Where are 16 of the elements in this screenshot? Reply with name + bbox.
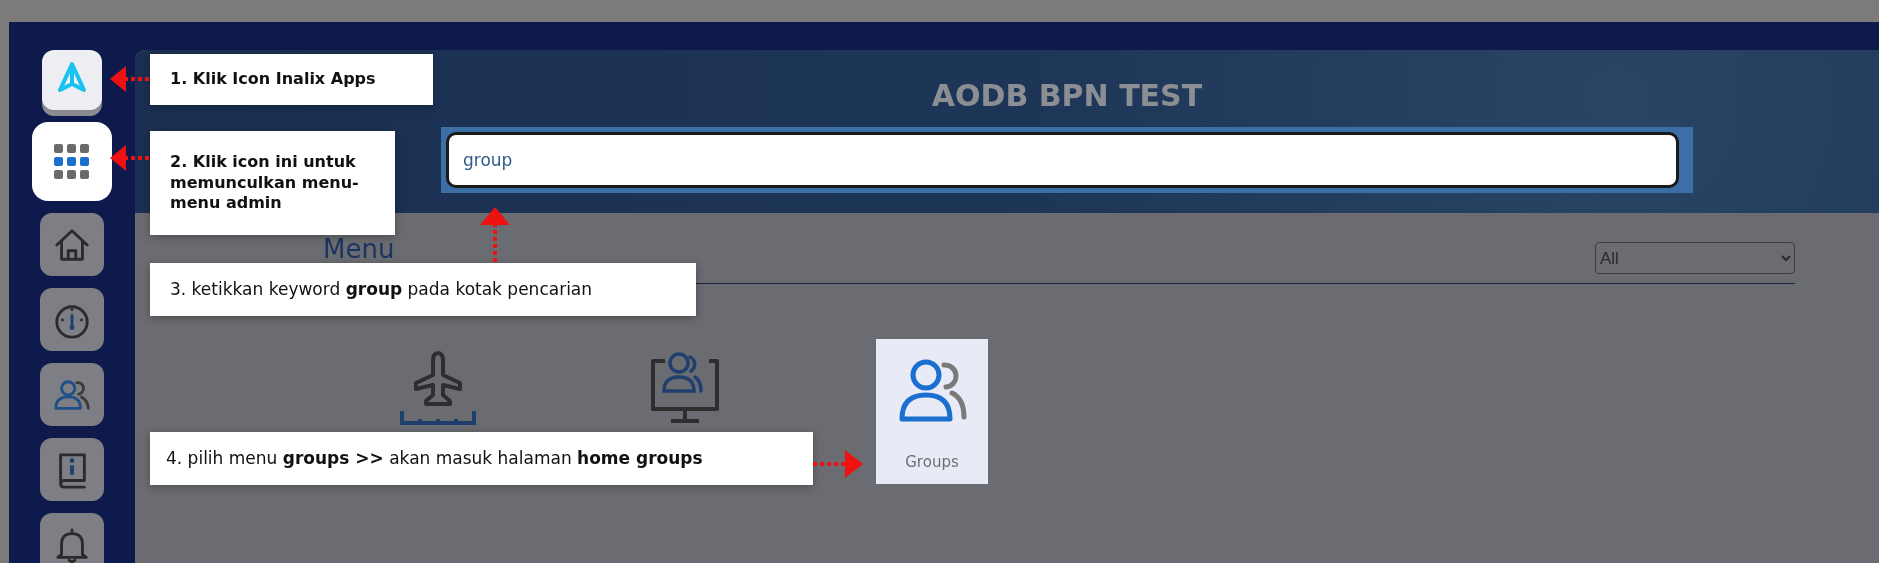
sidebar-button[interactable]: [32, 122, 112, 201]
pointer-arrow: [813, 450, 863, 478]
menu-tile[interactable]: Groups: [876, 339, 988, 484]
app-title: AODB BPN TEST: [931, 78, 1203, 113]
instruction-tooltip: 2. Klik icon ini untuk memunculkan menu-menu admin: [150, 131, 395, 235]
pointer-arrow: [480, 207, 510, 263]
instruction-tooltip: 4. pilih menu groups >> akan masuk halaman home groups: [150, 432, 813, 485]
search-field[interactable]: group: [441, 127, 1693, 193]
pointer-arrow: [110, 66, 150, 92]
grid-icon: [54, 143, 90, 180]
instruction-tooltip: 1. Klik Icon Inalix Apps: [150, 54, 433, 105]
filter-select[interactable]: All: [1595, 242, 1795, 274]
pointer-arrow: [110, 145, 150, 171]
instruction-tooltip: 3. ketikkan keyword group pada kotak pencarian: [150, 263, 696, 316]
menu-heading: Menu: [323, 233, 395, 265]
tile-label: Groups: [905, 453, 959, 471]
